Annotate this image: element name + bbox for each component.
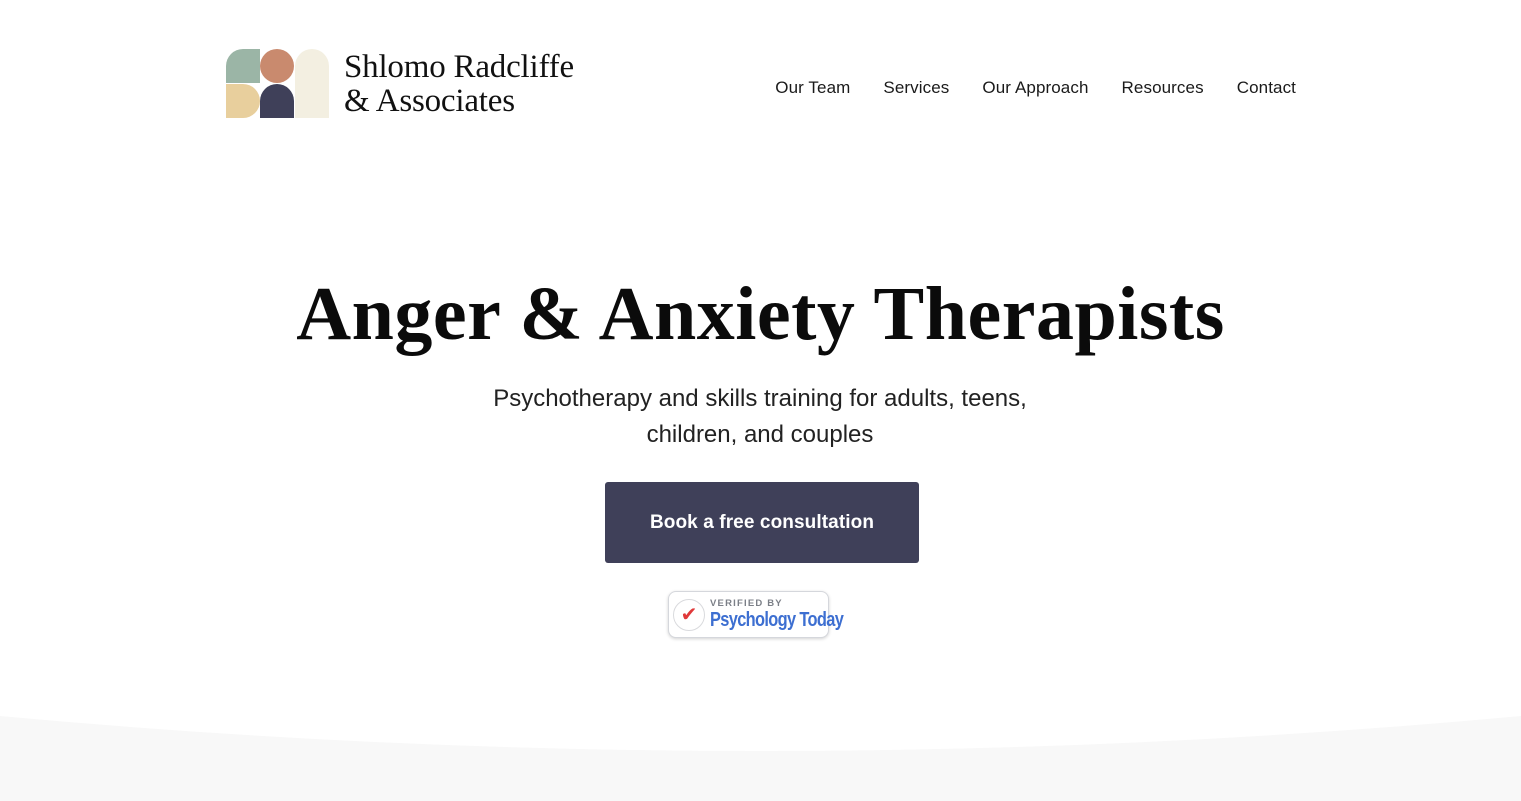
hero-title: Anger & Anxiety Therapists xyxy=(296,272,1225,356)
brand-name-line1: Shlomo Radcliffe xyxy=(344,49,574,85)
nav-our-approach[interactable]: Our Approach xyxy=(982,78,1088,98)
nav-services[interactable]: Services xyxy=(883,78,949,98)
book-consultation-button[interactable]: Book a free consultation xyxy=(605,482,919,563)
hero-subtitle: Psychotherapy and skills training for ad… xyxy=(493,385,1027,448)
logo-link[interactable]: Shlomo Radcliffe & Associates xyxy=(226,49,574,118)
section-wave-divider xyxy=(0,716,1521,801)
nav-our-team[interactable]: Our Team xyxy=(775,78,850,98)
page: Shlomo Radcliffe & Associates Our Team S… xyxy=(0,0,1521,801)
badge-text: VERIFIED BY Psychology Today xyxy=(710,598,872,631)
nav-contact[interactable]: Contact xyxy=(1237,78,1296,98)
badge-brand-label: Psychology Today xyxy=(710,609,844,631)
logo-mark-icon xyxy=(226,49,329,118)
checkmark-icon: ✔ xyxy=(673,598,705,631)
nav-resources[interactable]: Resources xyxy=(1122,78,1204,98)
main-nav: Our Team Services Our Approach Resources… xyxy=(775,78,1296,98)
brand-name-line2: & Associates xyxy=(344,83,515,119)
brand-name: Shlomo Radcliffe & Associates xyxy=(344,50,574,118)
badge-verified-label: VERIFIED BY xyxy=(710,598,783,609)
psychology-today-badge[interactable]: ✔ VERIFIED BY Psychology Today xyxy=(668,591,844,638)
